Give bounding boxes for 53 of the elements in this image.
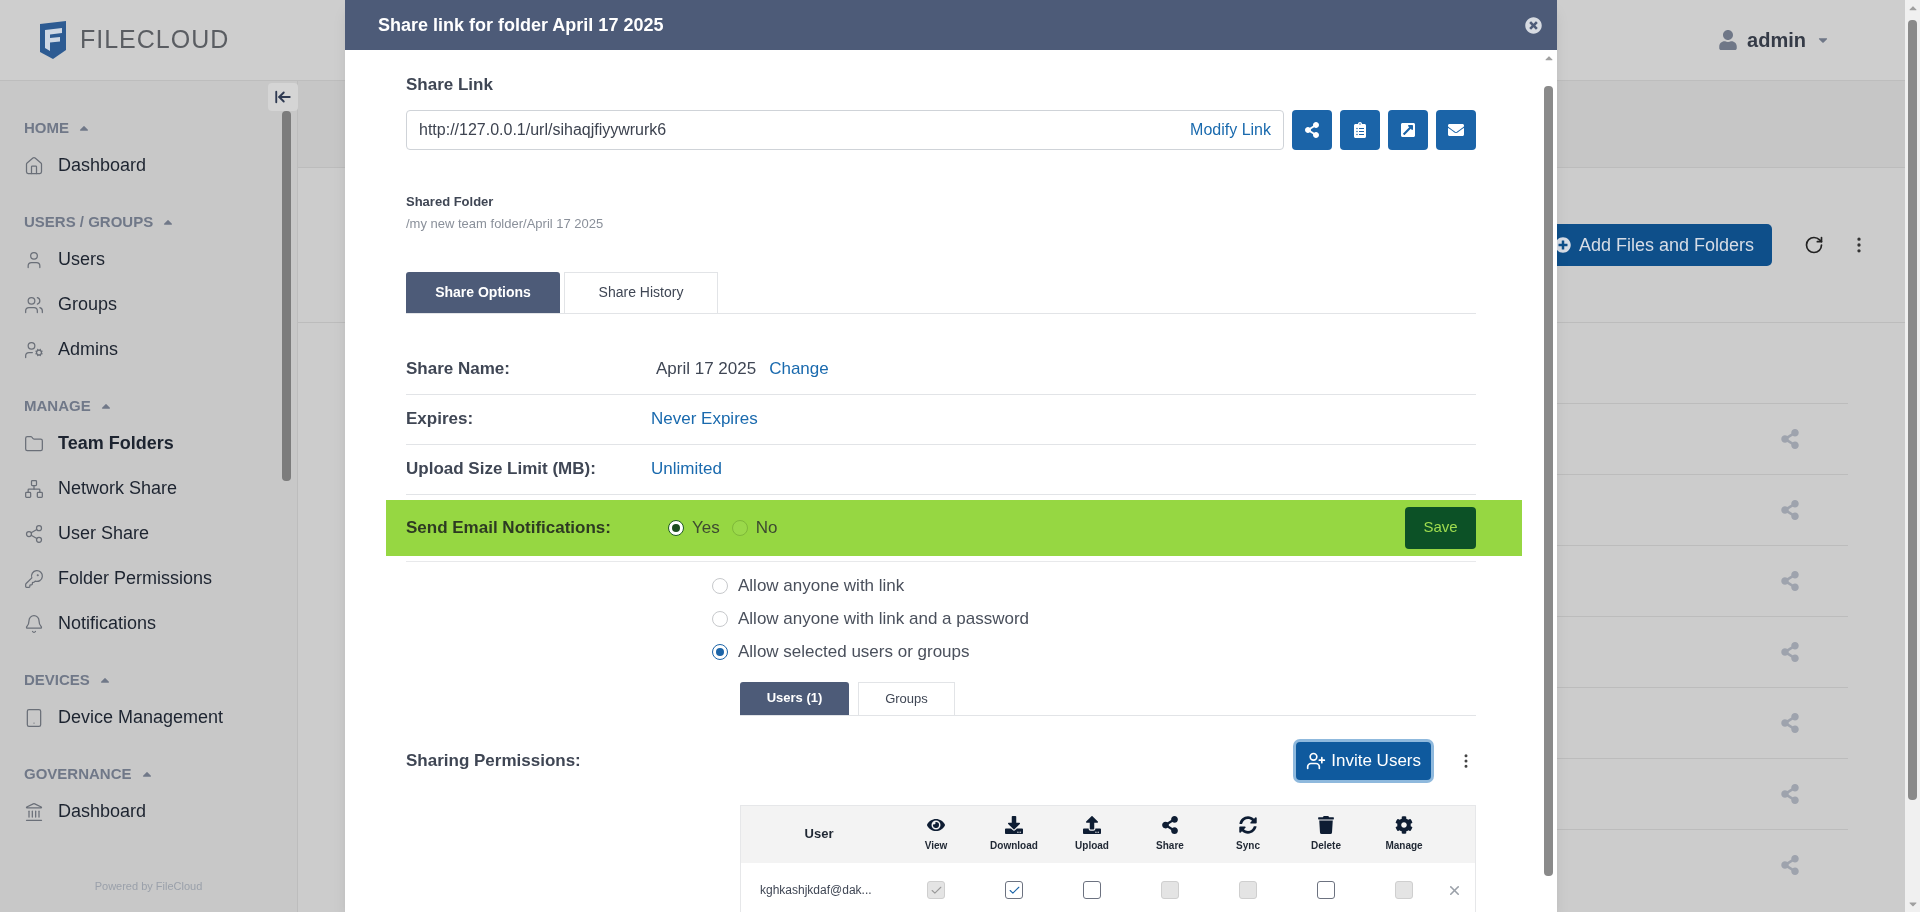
field-label: Sharing Permissions: xyxy=(406,749,581,772)
sidebar-item[interactable]: Users xyxy=(58,246,105,273)
section-header: DEVICES xyxy=(24,669,90,690)
column-header: View xyxy=(924,838,948,853)
field-label: Send Email Notifications: xyxy=(406,516,612,539)
column-header: Manage xyxy=(1385,838,1423,853)
radio-label[interactable]: No xyxy=(755,514,778,541)
section-header: MANAGE xyxy=(24,395,91,416)
dialog-title: Share link for folder April 17 2025 xyxy=(378,13,664,37)
column-header: Sync xyxy=(1236,838,1260,853)
link-field[interactable]: http://127.0.0.1/url/sihaqjfiyywrurk6 Modify Link xyxy=(406,109,1284,150)
folder-path: /my new team folder/April 17 2025 xyxy=(406,215,605,233)
table-cell-text: kghkashjkdaf@dak... xyxy=(759,882,873,899)
radio-label[interactable]: Allow anyone with link xyxy=(738,573,905,599)
tab[interactable]: Share History xyxy=(564,271,718,313)
modify-link[interactable]: Modify Link xyxy=(1190,117,1271,142)
sidebar-item[interactable]: Network Share xyxy=(58,475,178,502)
field-label: Upload Size Limit (MB): xyxy=(406,458,597,481)
column-header: User xyxy=(803,825,835,844)
tab[interactable]: Groups xyxy=(858,681,955,715)
field-label: Expires: xyxy=(406,408,475,431)
user-menu[interactable]: admin xyxy=(1747,25,1806,55)
sidebar-item[interactable]: Notifications xyxy=(58,610,157,637)
radio-label[interactable]: Yes xyxy=(692,514,720,541)
radio-label[interactable]: Allow anyone with link and a password xyxy=(738,606,1030,632)
field-link[interactable]: Never Expires xyxy=(651,406,758,432)
invite-users-button[interactable]: Invite Users xyxy=(1296,741,1431,780)
save-button[interactable]: Save xyxy=(1405,506,1476,549)
sidebar-item[interactable]: Device Management xyxy=(58,704,224,731)
field-label: Share Name: xyxy=(406,358,511,381)
radio-label[interactable]: Allow selected users or groups xyxy=(738,639,970,665)
section-label: Share Link xyxy=(406,74,494,96)
sidebar-item[interactable]: Folder Permissions xyxy=(58,565,213,592)
tab[interactable]: Share Options xyxy=(406,271,560,313)
tab[interactable]: Users (1) xyxy=(740,681,849,715)
field-link[interactable]: Change xyxy=(769,356,829,382)
sidebar-item[interactable]: Admins xyxy=(58,336,119,363)
sidebar-item[interactable]: Team Folders xyxy=(58,430,174,457)
section-header: GOVERNANCE xyxy=(24,763,132,784)
section-header: USERS / GROUPS xyxy=(24,211,154,232)
section-label: Shared Folder xyxy=(406,192,495,211)
section-header: HOME xyxy=(24,117,69,138)
column-header: Download xyxy=(990,838,1038,853)
column-header: Share xyxy=(1156,838,1184,853)
column-header: Delete xyxy=(1311,838,1341,853)
sidebar-item[interactable]: Groups xyxy=(58,291,118,318)
field-value: April 17 2025 xyxy=(656,358,757,381)
sidebar-item[interactable]: Dashboard xyxy=(58,152,147,179)
column-header: Upload xyxy=(1075,838,1109,853)
logo-text: FILECLOUD xyxy=(80,24,230,56)
sidebar-item[interactable]: Dashboard xyxy=(58,798,147,825)
field-link[interactable]: Unlimited xyxy=(651,456,722,482)
sidebar-item[interactable]: User Share xyxy=(58,520,150,547)
